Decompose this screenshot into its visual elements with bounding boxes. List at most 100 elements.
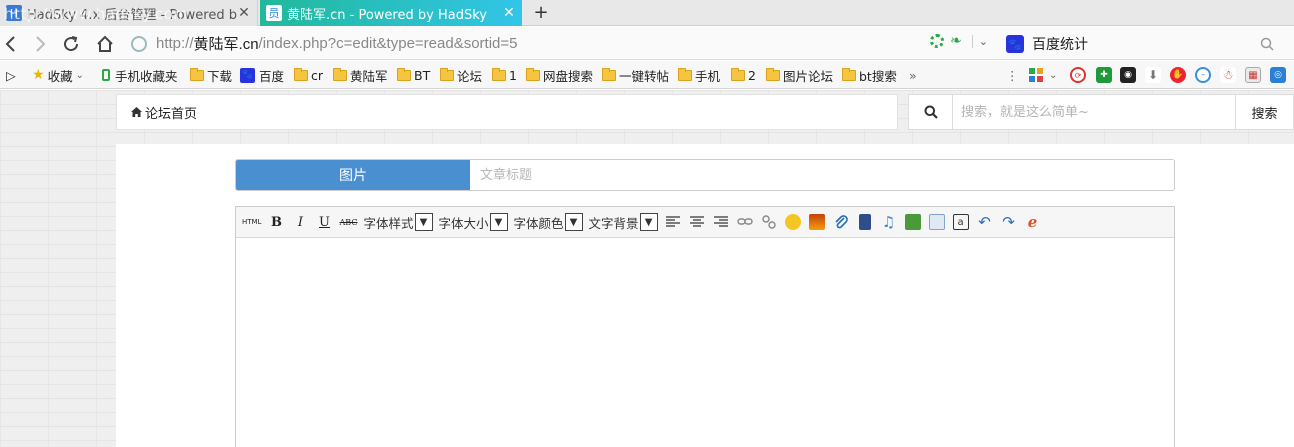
search-icon[interactable] xyxy=(909,95,953,129)
folder-icon xyxy=(333,67,347,81)
folder-icon xyxy=(602,67,616,81)
folder-icon xyxy=(766,67,780,81)
undo-icon[interactable]: ↶ xyxy=(976,211,994,233)
bookmark-folder[interactable]: 黄陆军 xyxy=(333,67,388,84)
leaf-icon[interactable]: ❧ xyxy=(950,33,962,49)
adblock-icon[interactable]: ✋ xyxy=(1170,67,1186,83)
back-button[interactable] xyxy=(0,33,22,55)
mascot-extension-icon[interactable]: ☃ xyxy=(1220,67,1236,83)
chevron-down-icon: ▼ xyxy=(489,213,508,231)
amazon-icon[interactable]: a xyxy=(952,211,970,233)
reload-button[interactable] xyxy=(60,33,82,55)
font-color-select[interactable]: 字体颜色 ▼ xyxy=(514,213,583,232)
font-size-select[interactable]: 字体大小 ▼ xyxy=(439,213,508,232)
search-button[interactable]: 搜索 xyxy=(1235,95,1293,129)
calendar-icon[interactable]: ▦ xyxy=(1245,67,1261,83)
chevron-down-icon: ▼ xyxy=(564,213,583,231)
bookmark-folder[interactable]: 网盘搜索 xyxy=(526,67,593,84)
chevron-down-icon: ⌄ xyxy=(75,69,84,81)
chevron-down-icon[interactable]: ⌄ xyxy=(1049,67,1057,83)
tab-strip: H HadSky 4.x 后台管理 - Powered by H ✕ 员 黄陆军… xyxy=(0,0,1294,26)
download-extension-icon[interactable]: ⬇ xyxy=(1145,67,1161,83)
folder-icon xyxy=(190,67,204,81)
search-icon[interactable] xyxy=(1260,37,1274,51)
shield-icon[interactable]: ✚ xyxy=(1096,67,1112,83)
sidebar-toggle-icon[interactable]: ▷ xyxy=(6,67,16,83)
bookmark-baidu[interactable]: 🐾 百度 xyxy=(240,67,284,84)
text-background-select[interactable]: 文字背景 ▼ xyxy=(589,213,658,232)
link-icon[interactable] xyxy=(736,211,754,233)
bookmark-folder[interactable]: 手机 xyxy=(678,67,720,84)
forum-home-label: 论坛首页 xyxy=(145,106,198,122)
redo-icon[interactable]: ↷ xyxy=(1000,211,1018,233)
post-type-button[interactable]: 图片 xyxy=(236,160,470,190)
music-icon[interactable]: ♫ xyxy=(880,211,898,233)
search-engine-box[interactable]: 🐾 百度统计 xyxy=(1006,33,1286,55)
hadsky-favicon-icon: H xyxy=(6,5,22,21)
search-input[interactable] xyxy=(953,95,1235,129)
folder-icon xyxy=(842,67,856,81)
bookmark-mobile-favorites[interactable]: 手机收藏夹 xyxy=(102,67,178,84)
close-icon[interactable]: ✕ xyxy=(237,5,251,21)
chevron-right-icon xyxy=(36,36,46,52)
insert-file-icon[interactable] xyxy=(928,211,946,233)
home-button[interactable] xyxy=(94,33,116,55)
italic-button[interactable]: I xyxy=(291,211,309,233)
attachment-icon[interactable] xyxy=(832,211,850,233)
article-title-input[interactable] xyxy=(470,160,1174,190)
align-center-icon[interactable] xyxy=(688,211,706,233)
more-bookmarks-button[interactable]: » xyxy=(909,67,917,83)
site-search: 搜索 xyxy=(908,94,1294,130)
folder-icon xyxy=(397,67,411,81)
bookmark-folder[interactable]: 1 xyxy=(492,67,517,83)
align-left-icon[interactable] xyxy=(664,211,682,233)
editor-content-area[interactable] xyxy=(236,238,1174,447)
video-icon[interactable] xyxy=(856,211,874,233)
close-icon[interactable]: ✕ xyxy=(502,5,516,21)
tab-hadsky-admin[interactable]: H HadSky 4.x 后台管理 - Powered by H ✕ xyxy=(0,0,258,26)
font-style-select[interactable]: 字体样式 ▼ xyxy=(363,213,433,232)
dropdown-chevron-icon[interactable]: ⌄ xyxy=(971,34,988,48)
address-bar[interactable]: http://黄陆军.cn/index.php?c=edit&type=read… xyxy=(126,31,1002,56)
browser-preview-icon[interactable]: ℯ xyxy=(1024,211,1042,233)
new-tab-button[interactable]: + xyxy=(530,1,552,25)
bookmark-folder[interactable]: 2 xyxy=(731,67,756,83)
minus-circle-icon[interactable]: – xyxy=(1195,67,1211,83)
align-right-icon[interactable] xyxy=(712,211,730,233)
bookmark-folder[interactable]: BT xyxy=(397,67,430,83)
forward-button[interactable] xyxy=(29,33,51,55)
underline-button[interactable]: U xyxy=(315,211,333,233)
url-scheme: http:// xyxy=(156,35,194,52)
folder-icon[interactable] xyxy=(904,211,922,233)
ghost-extension-icon[interactable]: ◉ xyxy=(1120,67,1136,83)
phone-icon xyxy=(102,69,110,81)
bookmark-folder[interactable]: 论坛 xyxy=(440,67,482,84)
site-info-icon[interactable] xyxy=(131,35,147,52)
bookmark-label: 图片论坛 xyxy=(783,68,834,84)
image-icon[interactable] xyxy=(808,211,826,233)
tab-huangluijun[interactable]: 员 黄陆军.cn - Powered by HadSky ✕ xyxy=(260,0,522,26)
bookmark-folder[interactable]: 图片论坛 xyxy=(766,67,834,84)
bookmark-folder[interactable]: cr xyxy=(294,67,323,83)
settings-extension-icon[interactable]: ◎ xyxy=(1270,67,1286,83)
select-label: 文字背景 xyxy=(588,215,639,231)
emoji-icon[interactable] xyxy=(784,211,802,233)
chevron-down-icon: ▼ xyxy=(414,213,433,231)
bookmark-folder[interactable]: 下载 xyxy=(190,67,232,84)
html-source-button[interactable]: HTML xyxy=(242,211,261,233)
bookmark-folder[interactable]: bt搜索 xyxy=(842,67,897,84)
timer-extension-icon[interactable]: ⟳ xyxy=(1070,67,1086,83)
more-vertical-icon[interactable]: ⋮ xyxy=(1006,67,1019,83)
site-favicon-icon: 员 xyxy=(266,5,282,21)
bookmark-label: cr xyxy=(311,67,324,83)
bookmark-favorites[interactable]: ★ 收藏 ⌄ xyxy=(32,67,84,84)
recycle-icon[interactable] xyxy=(930,34,944,48)
extensions-grid-icon[interactable] xyxy=(1028,67,1044,83)
forum-home-link[interactable]: 论坛首页 xyxy=(116,94,898,130)
unlink-icon[interactable] xyxy=(760,211,778,233)
strikethrough-button[interactable]: ABC xyxy=(339,211,358,233)
chevron-left-icon xyxy=(5,36,15,52)
bookmark-label: BT xyxy=(414,67,431,83)
bold-button[interactable]: B xyxy=(267,211,285,233)
bookmark-folder[interactable]: 一键转帖 xyxy=(602,67,669,84)
